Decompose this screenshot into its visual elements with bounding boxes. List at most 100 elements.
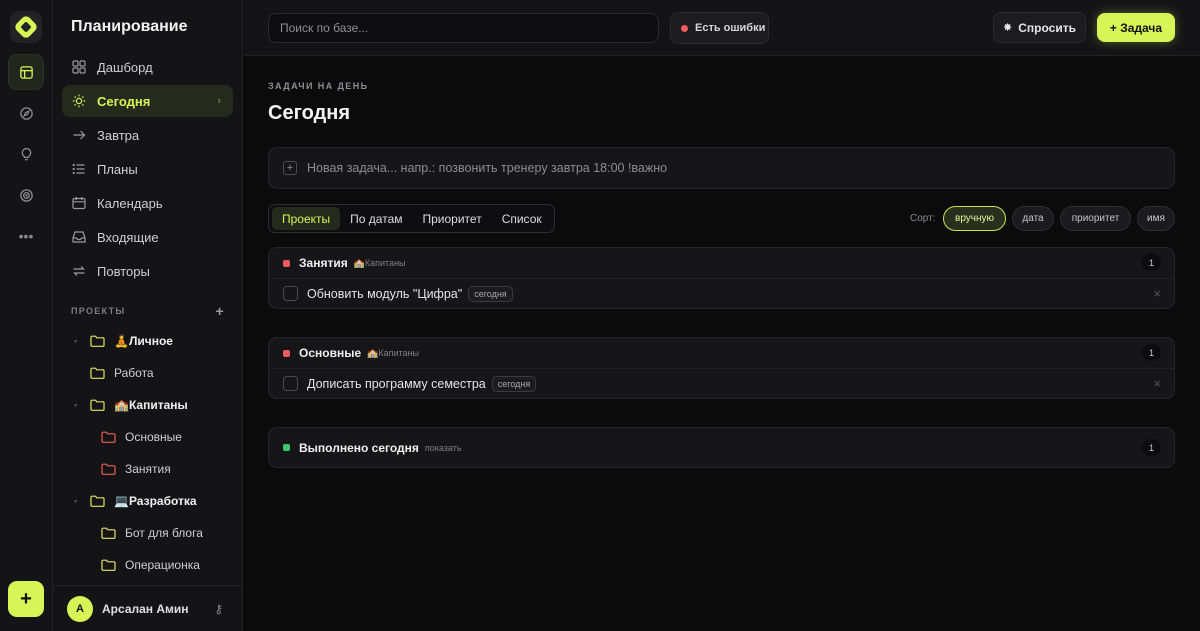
sort-manual[interactable]: вручную: [943, 206, 1006, 231]
nav-label: Завтра: [97, 127, 140, 143]
chevron-right-icon: ›: [217, 95, 221, 107]
projects-header: ПРОЕКТЫ +: [71, 303, 225, 319]
group-color-dot: [283, 349, 290, 357]
completed-group: Выполнено сегодня показать 1: [268, 427, 1175, 468]
sparkle-icon: ✸: [1003, 22, 1013, 34]
nav-item-calendar[interactable]: Календарь: [62, 187, 233, 219]
close-icon[interactable]: ×: [1153, 376, 1161, 391]
group-name: Занятия: [299, 256, 348, 270]
group-color-dot: [283, 259, 290, 267]
project-label: 💻Разработка: [114, 494, 197, 508]
task-title: Дописать программу семестра: [307, 376, 486, 391]
project-label: Бот для блога: [125, 526, 203, 540]
close-icon[interactable]: ×: [1153, 286, 1161, 301]
new-task-input[interactable]: + Новая задача... напр.: позвонить трене…: [268, 147, 1175, 189]
add-task-button[interactable]: + Задача: [1097, 13, 1175, 42]
more-icon[interactable]: •••: [8, 218, 44, 254]
user-name: Арсалан Амин: [102, 601, 189, 616]
projects-header-label: ПРОЕКТЫ: [71, 306, 126, 316]
add-icon[interactable]: +: [8, 581, 44, 617]
errors-button[interactable]: Есть ошибки: [670, 12, 769, 44]
page-eyebrow: ЗАДАЧИ НА ДЕНЬ: [268, 81, 369, 91]
add-project-button[interactable]: +: [216, 303, 225, 319]
project-personal[interactable]: • 🧘Личное: [74, 330, 173, 352]
nav-label: Сегодня: [97, 93, 151, 109]
folder-icon: [101, 527, 116, 539]
group-name: Основные: [299, 346, 362, 360]
project-label: Основные: [125, 430, 182, 444]
nav-label: Входящие: [97, 229, 159, 245]
target-icon[interactable]: [8, 177, 44, 213]
bullet-icon: •: [74, 336, 78, 346]
view-tabs: Проекты По датам Приоритет Список: [268, 204, 555, 233]
key-icon[interactable]: ⚷: [214, 602, 223, 616]
nav-item-today[interactable]: Сегодня ›: [62, 85, 233, 117]
task-group: Занятия 🏫Капитаны 1 Обновить модуль "Циф…: [268, 247, 1175, 309]
group-color-dot: [283, 444, 290, 451]
layout-icon[interactable]: [8, 54, 44, 90]
show-completed-link[interactable]: показать: [425, 443, 462, 453]
project-captains[interactable]: • 🏫Капитаны: [74, 394, 188, 416]
task-row[interactable]: Дописать программу семестра сегодня ×: [269, 368, 1174, 398]
task-date-badge: сегодня: [468, 285, 513, 302]
project-main[interactable]: Основные: [101, 426, 182, 448]
sort-date[interactable]: дата: [1012, 206, 1054, 231]
list-icon: [71, 161, 87, 177]
group-header[interactable]: Выполнено сегодня показать 1: [269, 428, 1174, 467]
folder-icon: [101, 559, 116, 571]
task-checkbox[interactable]: [283, 376, 298, 391]
folder-icon: [90, 399, 105, 411]
arrow-right-icon: [71, 127, 87, 143]
ask-label: Спросить: [1018, 20, 1076, 35]
project-work[interactable]: Работа: [90, 362, 154, 384]
folder-icon: [90, 495, 105, 507]
main-content: ЗАДАЧИ НА ДЕНЬ Сегодня + Новая задача...…: [244, 56, 1200, 631]
group-name: Выполнено сегодня: [299, 440, 419, 455]
nav-item-dashboard[interactable]: Дашборд: [62, 51, 233, 83]
nav-item-repeats[interactable]: Повторы: [62, 255, 233, 287]
task-checkbox[interactable]: [283, 286, 298, 301]
project-lessons[interactable]: Занятия: [101, 458, 171, 480]
lightbulb-icon[interactable]: [8, 136, 44, 172]
nav-label: Дашборд: [97, 59, 153, 75]
sort-priority[interactable]: приоритет: [1060, 206, 1131, 231]
project-development[interactable]: • 💻Разработка: [74, 490, 197, 512]
tab-list[interactable]: Список: [492, 207, 552, 230]
plus-icon: +: [283, 161, 297, 175]
tab-projects[interactable]: Проекты: [272, 207, 341, 230]
group-subtitle: 🏫Капитаны: [353, 257, 406, 268]
group-subtitle: 🏫Капитаны: [367, 347, 419, 358]
nav-label: Планы: [97, 161, 138, 177]
sort-name[interactable]: имя: [1137, 206, 1175, 231]
calendar-icon: [71, 195, 87, 211]
icon-rail: ••• +: [0, 0, 53, 631]
compass-icon[interactable]: [8, 95, 44, 131]
nav-item-tomorrow[interactable]: Завтра: [62, 119, 233, 151]
project-label: Занятия: [125, 462, 171, 476]
nav-item-inbox[interactable]: Входящие: [62, 221, 233, 253]
user-profile[interactable]: А Арсалан Амин ⚷: [53, 585, 243, 631]
task-group: Основные 🏫Капитаны 1 Дописать программу …: [268, 337, 1175, 399]
ask-button[interactable]: ✸ Спросить: [993, 12, 1086, 43]
sun-icon: [71, 93, 87, 109]
nav-item-plans[interactable]: Планы: [62, 153, 233, 185]
group-header[interactable]: Занятия 🏫Капитаны 1: [269, 248, 1174, 278]
app-logo-icon[interactable]: [10, 11, 42, 43]
project-operations[interactable]: Операционка: [101, 554, 200, 576]
group-header[interactable]: Основные 🏫Капитаны 1: [269, 338, 1174, 368]
group-count-badge: 1: [1142, 439, 1161, 456]
folder-icon: [90, 367, 105, 379]
project-label: Работа: [114, 366, 154, 380]
search-input[interactable]: [268, 13, 659, 43]
errors-label: Есть ошибки: [695, 22, 766, 34]
bullet-icon: •: [74, 496, 78, 506]
error-status-dot: [681, 24, 688, 32]
task-row[interactable]: Обновить модуль "Цифра" сегодня ×: [269, 278, 1174, 308]
topbar: Есть ошибки ✸ Спросить + Задача: [244, 0, 1200, 56]
sidebar: Планирование Дашборд Сегодня › Завтра Пл…: [53, 0, 243, 631]
tab-priority[interactable]: Приоритет: [413, 207, 492, 230]
tab-by-dates[interactable]: По датам: [340, 207, 412, 230]
project-label: Операционка: [125, 558, 200, 572]
sidebar-title: Планирование: [71, 18, 188, 35]
project-blog-bot[interactable]: Бот для блога: [101, 522, 203, 544]
